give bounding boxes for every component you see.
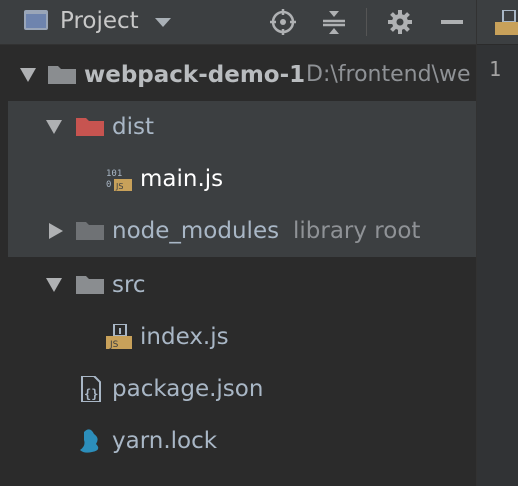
project-view-icon xyxy=(24,10,48,30)
tree-row-main-js[interactable]: 101 0 JS main.js xyxy=(8,153,476,205)
editor-gutter: 1 xyxy=(477,45,518,486)
tree-row-src[interactable]: src xyxy=(8,259,476,311)
editor-tab[interactable] xyxy=(477,0,518,44)
line-number: 1 xyxy=(489,57,502,81)
tree-item-label: main.js xyxy=(140,166,224,192)
collapsed-arrow-icon[interactable] xyxy=(49,223,63,239)
js-file-icon: JS xyxy=(106,324,134,350)
minimize-icon[interactable] xyxy=(438,8,466,36)
dropdown-caret-icon[interactable] xyxy=(155,18,171,27)
svg-text:0: 0 xyxy=(106,180,111,190)
header-separator xyxy=(366,8,367,36)
svg-text:JS: JS xyxy=(109,340,119,350)
tree-row-root[interactable]: webpack-demo-1 D:\frontend\we xyxy=(8,49,476,101)
tree-item-label: node_modules xyxy=(112,218,280,244)
svg-text:{}: {} xyxy=(84,387,98,401)
tree-row-package-json[interactable]: {} package.json xyxy=(8,363,476,415)
expand-arrow-icon[interactable] xyxy=(46,120,62,134)
binary-js-file-icon: 101 0 JS xyxy=(106,166,134,192)
tree-row-dist[interactable]: dist xyxy=(8,101,476,153)
tree-item-label: src xyxy=(112,272,146,298)
project-tree: webpack-demo-1 D:\frontend\we dist 101 0… xyxy=(0,45,476,486)
project-tool-window: Project webpack-demo-1 D:\frontend\we di… xyxy=(0,0,518,486)
svg-text:101: 101 xyxy=(106,169,122,179)
tree-row-index-js[interactable]: JS index.js xyxy=(8,311,476,363)
project-path: D:\frontend\we xyxy=(306,62,471,87)
yarn-icon xyxy=(78,428,106,454)
tree-item-label: webpack-demo-1 xyxy=(84,62,306,88)
expand-arrow-icon[interactable] xyxy=(20,68,36,82)
excluded-folder-icon xyxy=(76,116,104,136)
svg-text:JS: JS xyxy=(115,182,123,191)
tree-row-node-modules[interactable]: node_modules library root xyxy=(8,205,476,257)
gear-icon[interactable] xyxy=(386,8,414,36)
folder-icon xyxy=(48,64,76,84)
library-folder-icon xyxy=(76,220,104,240)
collapse-all-icon[interactable] xyxy=(320,8,348,36)
locate-icon[interactable] xyxy=(269,8,297,36)
tree-item-label: yarn.lock xyxy=(112,428,218,454)
view-selector-title[interactable]: Project xyxy=(60,6,139,36)
expand-arrow-icon[interactable] xyxy=(46,278,62,292)
tool-window-header: Project xyxy=(0,0,476,45)
tree-item-label: index.js xyxy=(140,324,229,350)
library-root-hint: library root xyxy=(293,218,421,244)
folder-icon xyxy=(76,274,104,294)
json-file-icon: {} xyxy=(78,376,106,402)
js-file-icon xyxy=(495,10,518,35)
tree-item-label: dist xyxy=(112,114,154,140)
tree-row-yarn-lock[interactable]: yarn.lock xyxy=(8,415,476,467)
tree-item-label: package.json xyxy=(112,376,264,402)
editor-area: 1 xyxy=(476,0,518,486)
